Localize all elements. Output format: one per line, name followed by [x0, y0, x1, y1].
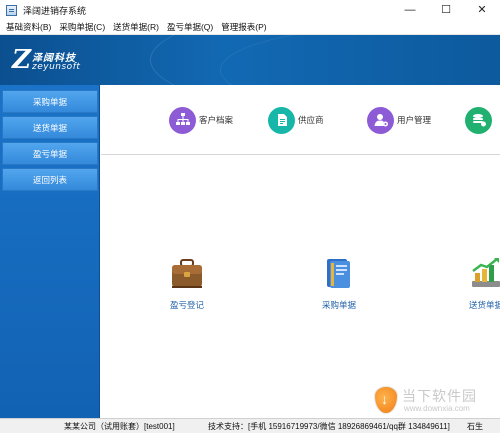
menu-management-reports[interactable]: 管理报表(P): [217, 21, 270, 33]
main-panel: 客户档案 供应商 用户管理 盈亏登记 采购单据 送货单据: [101, 85, 500, 418]
menu-purchase-docs[interactable]: 采购单据(C): [55, 21, 109, 33]
maximize-button[interactable]: ☐: [428, 0, 464, 20]
minimize-button[interactable]: —: [392, 0, 428, 20]
folder-icon: [321, 255, 357, 291]
title-bar: 泽阔进销存系统 — ☐ ✕: [0, 0, 500, 20]
watermark-cn: 当下软件园: [402, 388, 477, 404]
download-shield-icon: [374, 386, 398, 414]
sidebar: 采购单据 送货单据 盈亏单据 返回列表: [0, 85, 100, 418]
quick-link-customers[interactable]: 客户档案: [169, 105, 233, 135]
status-bar: 某某公司（试用账套）[test001] 技术支持：[手机 15916719973…: [0, 418, 500, 433]
quick-link-user-management[interactable]: 用户管理: [367, 105, 431, 135]
company-logo: Z 泽阔科技 zeyunsoft: [12, 47, 92, 75]
quick-link-label: 用户管理: [397, 115, 432, 125]
sidebar-item-profit-loss[interactable]: 盈亏单据: [2, 142, 98, 165]
logo-english-text: zeyunsoft: [32, 62, 81, 72]
watermark-en: www.downxia.com: [404, 404, 470, 413]
sidebar-item-back-to-list[interactable]: 返回列表: [2, 168, 98, 191]
quick-link-label: 客户档案: [199, 115, 234, 125]
module-label: 盈亏登记: [169, 300, 204, 310]
quick-link-label: 供应商: [298, 115, 324, 125]
module-label: 采购单据: [321, 300, 356, 310]
growth-chart-icon: [468, 255, 500, 291]
menu-basic-data[interactable]: 基础资料(B): [0, 21, 55, 33]
module-profit-loss-register[interactable]: 盈亏登记: [157, 255, 217, 311]
status-company: 某某公司（试用账套）[test001]: [64, 421, 175, 431]
window-controls: — ☐ ✕: [392, 0, 500, 20]
sidebar-item-delivery[interactable]: 送货单据: [2, 116, 98, 139]
quick-links-panel: 客户档案 供应商 用户管理: [101, 85, 500, 155]
module-label: 送货单据: [468, 300, 500, 310]
banner-decoration: [220, 35, 500, 85]
header-banner: Z 泽阔科技 zeyunsoft: [0, 35, 500, 85]
module-purchase-docs[interactable]: 采购单据: [309, 255, 369, 311]
briefcase-icon: [169, 255, 205, 291]
sidebar-item-purchase[interactable]: 采购单据: [2, 90, 98, 113]
window-title: 泽阔进销存系统: [23, 5, 87, 16]
org-chart-icon: [169, 106, 196, 134]
document-icon: [268, 106, 295, 134]
menu-bar: 基础资料(B) 采购单据(C) 送货单据(R) 盈亏单据(Q) 管理报表(P): [0, 20, 500, 35]
status-support: 技术支持：[手机 15916719973/微信 18926869461/qq群 …: [208, 421, 450, 431]
app-icon: [6, 4, 17, 16]
watermark: 当下软件园 www.downxia.com: [374, 385, 500, 417]
logo-letter: Z: [12, 45, 31, 75]
close-button[interactable]: ✕: [464, 0, 500, 20]
menu-profit-loss-docs[interactable]: 盈亏单据(Q): [163, 21, 217, 33]
quick-link-suppliers[interactable]: 供应商: [268, 105, 324, 135]
database-icon: [465, 106, 492, 134]
user-gear-icon: [367, 106, 394, 134]
quick-link-database[interactable]: [465, 105, 492, 135]
module-delivery-docs[interactable]: 送货单据: [456, 255, 500, 311]
status-author: 石生: [467, 421, 483, 431]
menu-delivery-docs[interactable]: 送货单据(R): [109, 21, 163, 33]
